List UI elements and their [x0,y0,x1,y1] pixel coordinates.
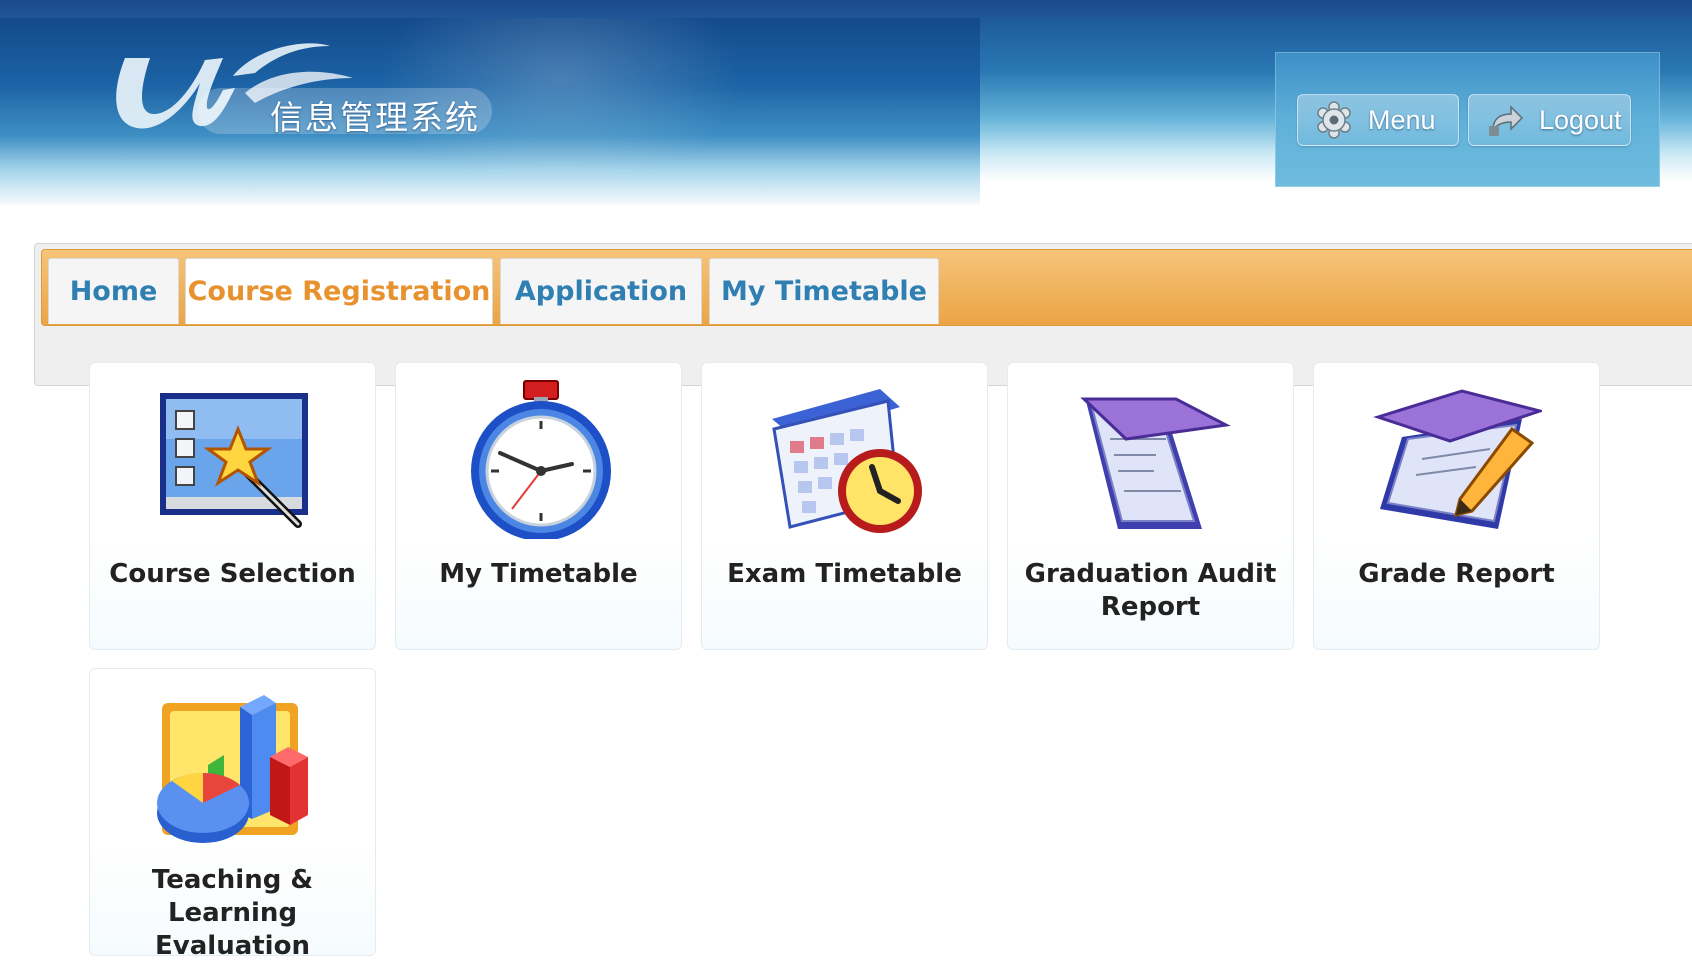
tab-course-registration[interactable]: Course Registration [185,258,493,324]
gear-icon [1317,101,1351,139]
evaluation-chart-icon [157,695,308,843]
tab-my-timetable[interactable]: My Timetable [709,258,939,324]
logout-button-label: Logout [1539,104,1622,135]
tile-course-selection[interactable]: Course Selection [89,362,376,650]
graduation-report-icon [1080,397,1231,529]
menu-button[interactable]: Menu [1297,94,1459,146]
tile-teaching-learning-evaluation[interactable]: Teaching & Learning Evaluation [89,668,376,961]
logout-button[interactable]: Logout [1468,94,1631,146]
stopwatch-icon [471,380,611,539]
tile-exam-timetable[interactable]: Exam Timetable [701,362,988,650]
logout-arrow-icon [1489,105,1524,136]
menu-button-label: Menu [1368,104,1436,135]
tab-application[interactable]: Application [500,258,702,324]
tile-label: Exam Timetable [727,559,962,589]
tile-grade-report[interactable]: Grade Report [1313,362,1600,650]
tile-label: Grade Report [1358,559,1555,589]
grade-report-icon [1373,389,1542,529]
top-nav-panel: Menu Logout [1275,52,1660,187]
calendar-clock-icon [772,389,922,533]
tab-home[interactable]: Home [48,258,179,324]
app-header: 信息管理系统 Menu Logout [0,0,1692,205]
tile-label: Graduation Audit Report [1024,559,1277,622]
tile-my-timetable[interactable]: My Timetable [395,362,682,650]
tile-label: My Timetable [439,559,638,589]
course-selection-icon [160,393,308,528]
logo-caption: 信息管理系统 [270,98,480,137]
tile-label: Course Selection [109,559,356,589]
tile-graduation-audit-report[interactable]: Graduation Audit Report [1007,362,1294,650]
tile-label: Teaching & Learning Evaluation [151,865,314,961]
